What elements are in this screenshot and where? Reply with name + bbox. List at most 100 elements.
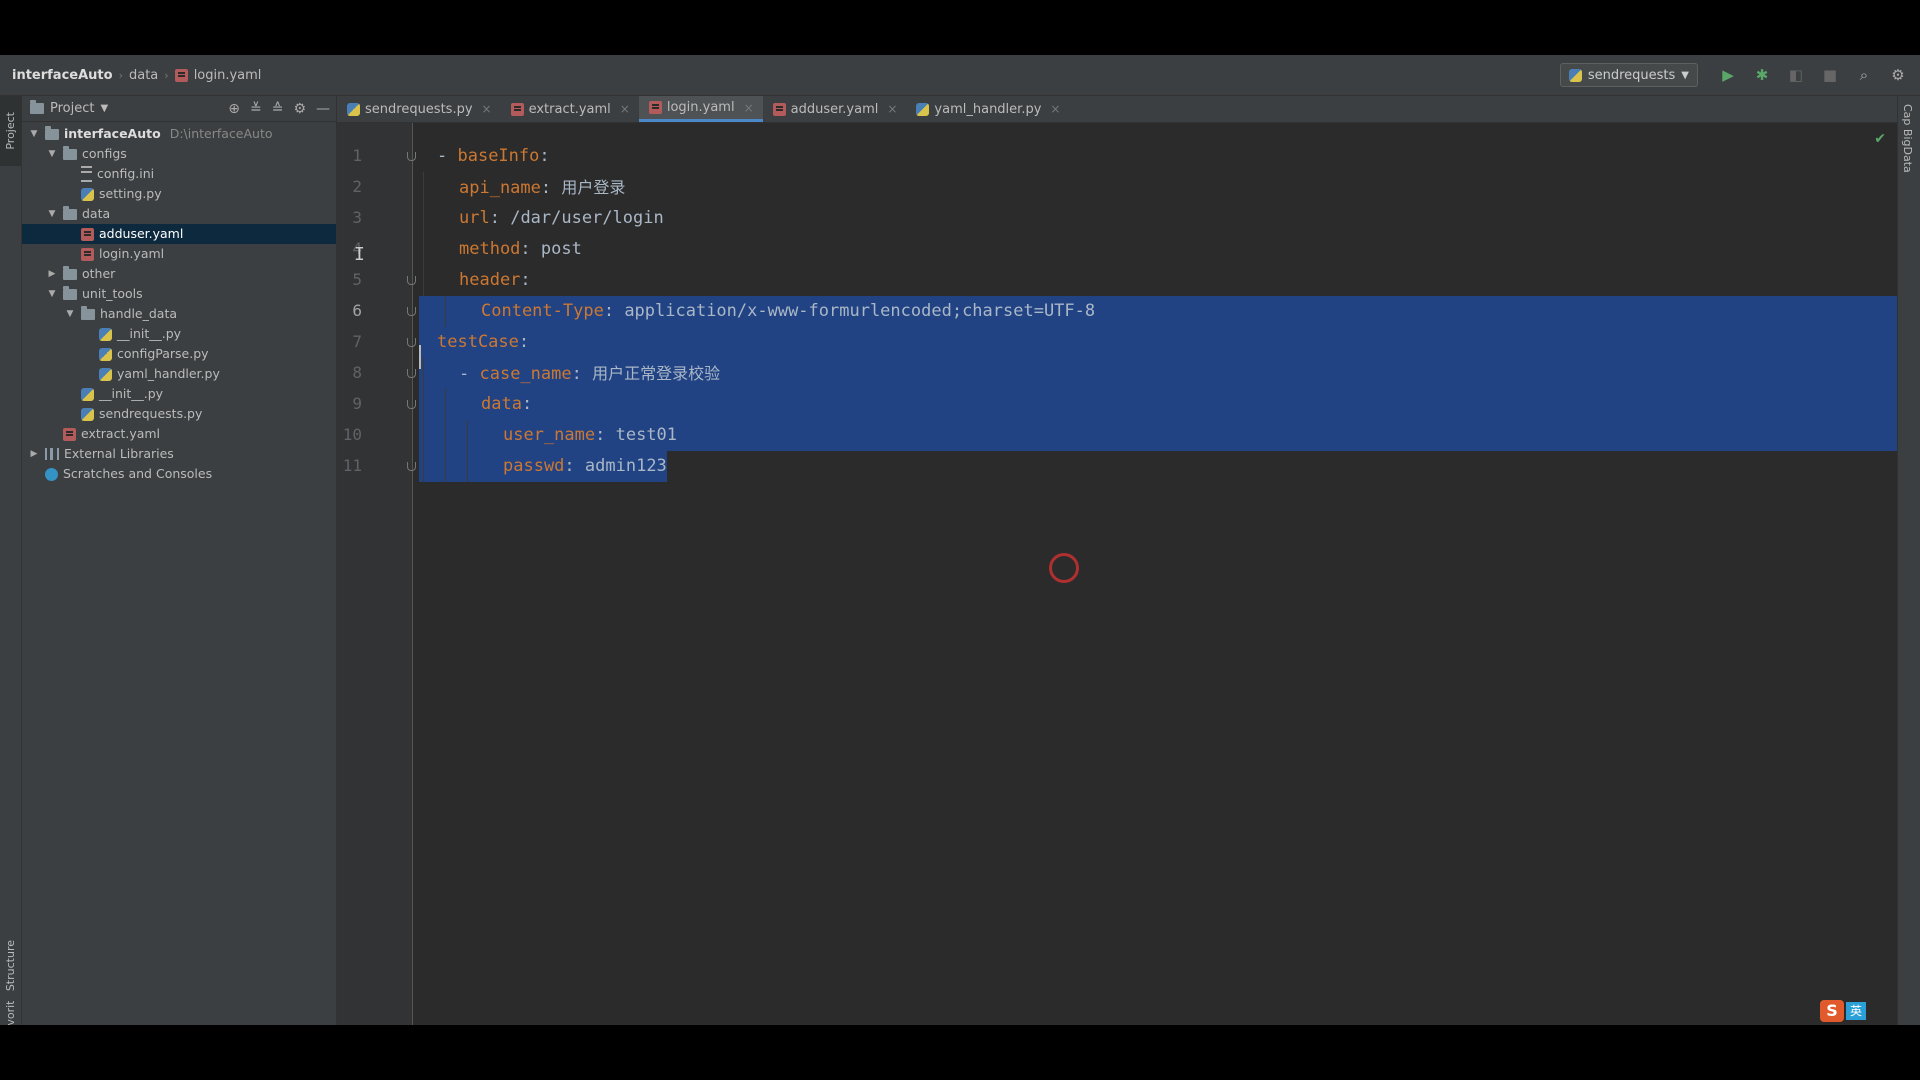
yaml-key: baseInfo bbox=[457, 146, 540, 166]
tree-item[interactable]: login.yaml bbox=[22, 244, 336, 264]
code-line[interactable]: header: bbox=[459, 265, 541, 296]
coverage-icon[interactable]: ◧ bbox=[1784, 63, 1808, 87]
tree-item[interactable]: setting.py bbox=[22, 184, 336, 204]
right-tool-stripe: Cap BigData bbox=[1897, 96, 1920, 1025]
editor-tab[interactable]: extract.yaml × bbox=[501, 96, 639, 122]
selection-highlight bbox=[419, 327, 1898, 358]
yaml-colon: : bbox=[571, 364, 593, 384]
indent-guide bbox=[445, 296, 446, 327]
expand-all-icon[interactable]: ≚ bbox=[250, 101, 262, 117]
editor-tab[interactable]: sendrequests.py × bbox=[337, 96, 501, 122]
hide-icon[interactable]: — bbox=[316, 101, 330, 117]
chevron-down-icon[interactable]: ▼ bbox=[64, 304, 76, 324]
run-config-label: sendrequests bbox=[1587, 67, 1676, 83]
yaml-key: user_name bbox=[503, 425, 596, 445]
folder-icon bbox=[63, 145, 77, 160]
tree-item[interactable]: ▶ other bbox=[22, 264, 336, 284]
tree-item[interactable]: __init__.py bbox=[22, 324, 336, 344]
code-line[interactable]: - case_name: 用户正常登录校验 bbox=[459, 358, 720, 389]
code-line[interactable]: data: bbox=[481, 389, 542, 420]
tree-item[interactable]: yaml_handler.py bbox=[22, 364, 336, 384]
project-tool-tab[interactable]: Project bbox=[0, 96, 21, 166]
structure-tool-tab[interactable]: Structure bbox=[0, 931, 21, 1001]
yaml-colon: : bbox=[520, 270, 541, 290]
code-area[interactable]: - baseInfo: api_name: 用户登录 url: /dar/user… bbox=[413, 123, 1898, 1025]
tree-item[interactable]: ▼ handle_data bbox=[22, 304, 336, 324]
editor-tab[interactable]: login.yaml × bbox=[638, 96, 763, 122]
code-line[interactable]: passwd: admin123 bbox=[503, 451, 667, 482]
line-number: 11 bbox=[342, 456, 362, 475]
code-line[interactable]: user_name: test01 bbox=[503, 420, 677, 451]
close-icon[interactable]: × bbox=[887, 102, 897, 116]
search-icon[interactable]: ⌕ bbox=[1852, 63, 1876, 87]
python-file-icon bbox=[916, 102, 930, 116]
breadcrumb-file[interactable]: login.yaml bbox=[194, 68, 262, 83]
yaml-key: method bbox=[459, 239, 521, 259]
debug-icon[interactable]: ✱ bbox=[1750, 63, 1774, 87]
yaml-key: Content-Type bbox=[481, 301, 604, 321]
code-line[interactable]: - baseInfo: bbox=[437, 141, 560, 172]
gear-icon[interactable]: ⚙ bbox=[293, 101, 306, 117]
folder-icon bbox=[63, 205, 77, 220]
mouse-click-indicator bbox=[1049, 553, 1079, 583]
tree-item[interactable]: configParse.py bbox=[22, 344, 336, 364]
ime-indicator[interactable]: S 英 bbox=[1820, 1000, 1866, 1022]
chevron-down-icon[interactable]: ▼ bbox=[46, 144, 58, 164]
project-panel: Project ▼ ⊕ ≚ ≙ ⚙ — ▼ interfaceAuto D:\i… bbox=[22, 96, 337, 1025]
toolbar-right: sendrequests ▼ ▶ ✱ ◧ ■ ⌕ ⚙ bbox=[1559, 55, 1920, 95]
breadcrumb-separator: › bbox=[164, 68, 169, 82]
chevron-down-icon[interactable]: ▼ bbox=[46, 204, 58, 224]
line-number-gutter[interactable]: 1 2 3 4 5 6 7 8 9 10 11 bbox=[337, 123, 416, 1025]
bigdata-tool-tab[interactable]: Cap BigData bbox=[1901, 104, 1914, 173]
run-icon[interactable]: ▶ bbox=[1716, 63, 1740, 87]
run-config-dropdown[interactable]: sendrequests ▼ bbox=[1559, 63, 1698, 87]
collapse-all-icon[interactable]: ≙ bbox=[272, 101, 284, 117]
editor-tab[interactable]: yaml_handler.py × bbox=[906, 96, 1069, 122]
close-icon[interactable]: × bbox=[482, 102, 492, 116]
code-line[interactable]: testCase: bbox=[437, 327, 539, 358]
breadcrumb-folder[interactable]: data bbox=[129, 68, 158, 83]
code-editor[interactable]: 1 2 3 4 5 6 7 8 9 10 11 - baseInfo: api_name: 用户登录… bbox=[337, 123, 1898, 1025]
tree-item-label: data bbox=[82, 206, 111, 221]
folder-icon bbox=[63, 285, 77, 300]
code-line[interactable]: Content-Type: application/x-www-formurle… bbox=[481, 296, 1095, 327]
chevron-right-icon[interactable]: ▶ bbox=[28, 444, 40, 464]
editor-tab[interactable]: adduser.yaml × bbox=[763, 96, 907, 122]
letterbox-top bbox=[0, 0, 1920, 55]
tree-item[interactable]: ▼ configs bbox=[22, 144, 336, 164]
tree-item[interactable]: config.ini bbox=[22, 164, 336, 184]
chevron-down-icon[interactable]: ▼ bbox=[46, 284, 58, 304]
yaml-file-icon bbox=[648, 101, 662, 114]
settings-gear-icon[interactable]: ⚙ bbox=[1886, 63, 1910, 87]
yaml-value: 用户正常登录校验 bbox=[592, 364, 721, 383]
yaml-key: api_name bbox=[459, 178, 541, 198]
line-number: 2 bbox=[352, 177, 362, 196]
close-icon[interactable]: × bbox=[1050, 102, 1060, 116]
tree-item[interactable]: ▼ data bbox=[22, 204, 336, 224]
close-icon[interactable]: × bbox=[744, 101, 754, 115]
navigation-bar: interfaceAuto › data › login.yaml sendre… bbox=[0, 55, 1920, 96]
chevron-right-icon[interactable]: ▶ bbox=[46, 264, 58, 284]
stop-icon[interactable]: ■ bbox=[1818, 63, 1842, 87]
breadcrumb-project[interactable]: interfaceAuto bbox=[12, 68, 113, 83]
yaml-colon: : bbox=[518, 332, 540, 352]
tree-item[interactable]: sendrequests.py bbox=[22, 404, 336, 424]
ime-logo-icon: S bbox=[1820, 1000, 1844, 1022]
code-line[interactable]: api_name: 用户登录 bbox=[459, 172, 625, 203]
tree-item-label: config.ini bbox=[97, 166, 155, 181]
no-problems-check-icon[interactable]: ✔ bbox=[1874, 131, 1886, 147]
favorites-tool-tab[interactable]: Favorites bbox=[0, 1001, 21, 1025]
line-number: 7 bbox=[352, 332, 362, 351]
close-icon[interactable]: × bbox=[620, 102, 630, 116]
code-line[interactable]: method: post bbox=[459, 234, 582, 265]
tree-root[interactable]: ▼ interfaceAuto D:\interfaceAuto bbox=[22, 124, 336, 144]
tree-item[interactable]: ▶ External Libraries bbox=[22, 444, 336, 464]
locate-icon[interactable]: ⊕ bbox=[228, 101, 240, 117]
tree-item[interactable]: Scratches and Consoles bbox=[22, 464, 336, 484]
tree-item[interactable]: __init__.py bbox=[22, 384, 336, 404]
project-view-dropdown[interactable]: Project ▼ bbox=[30, 100, 108, 116]
tree-item[interactable]: extract.yaml bbox=[22, 424, 336, 444]
tree-item[interactable]: adduser.yaml bbox=[22, 224, 336, 244]
code-line[interactable]: url: /dar/user/login bbox=[459, 203, 664, 234]
tree-item[interactable]: ▼ unit_tools bbox=[22, 284, 336, 304]
